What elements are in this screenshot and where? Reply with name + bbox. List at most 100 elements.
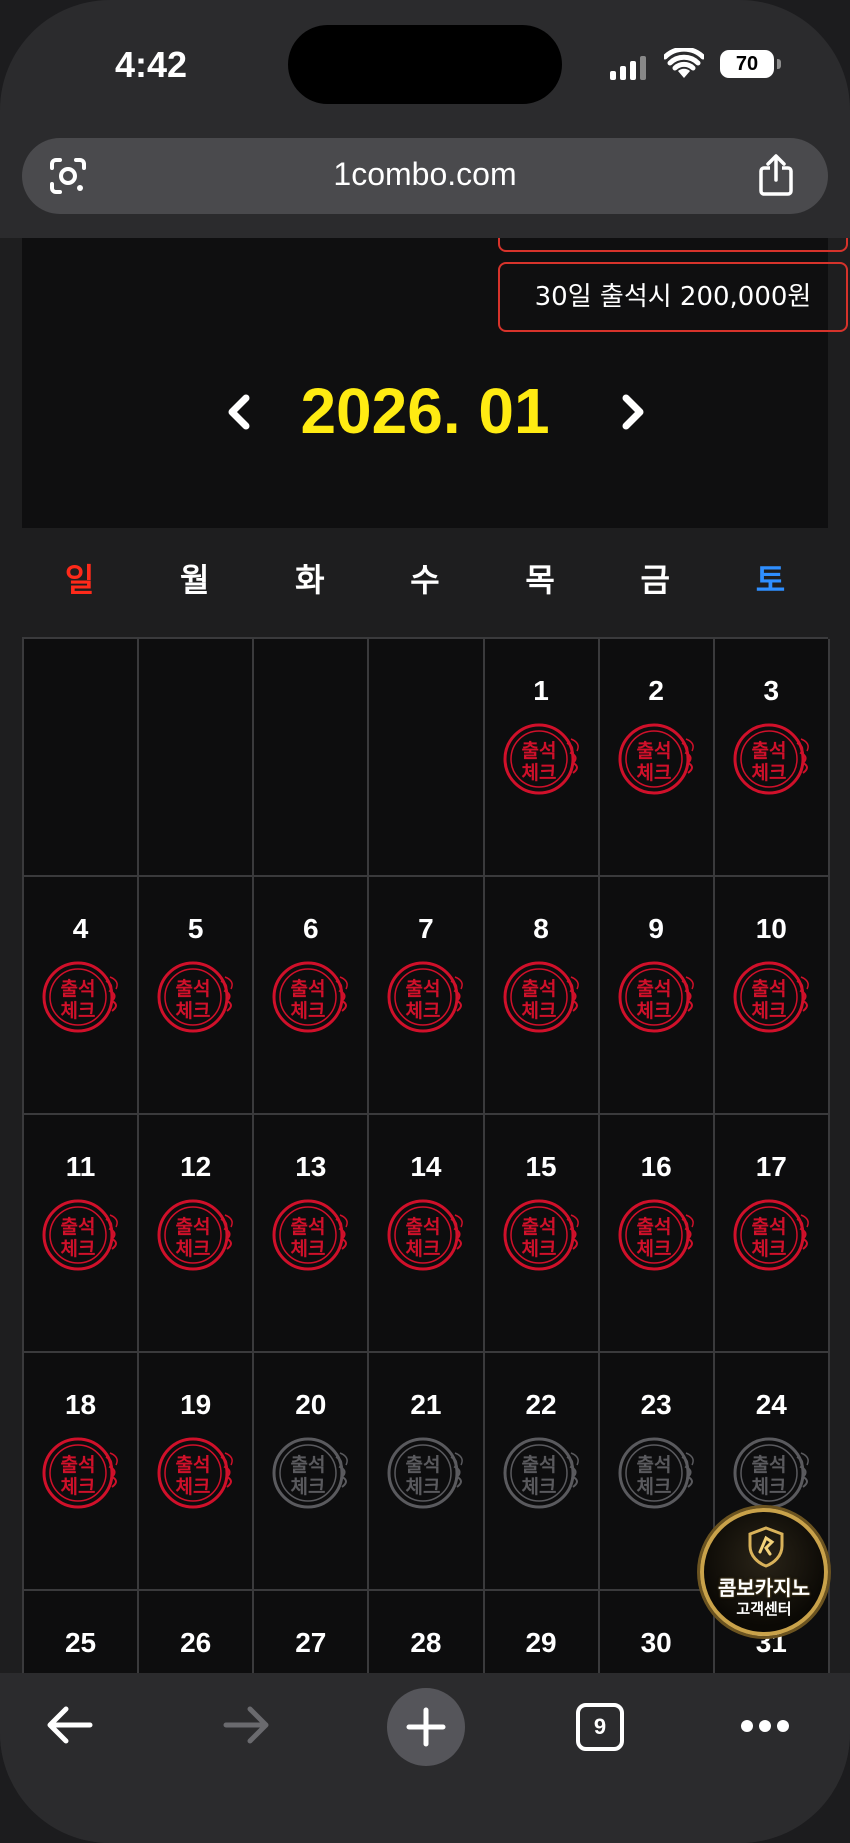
svg-text:출석: 출석 — [636, 1216, 671, 1238]
calendar-day-cell[interactable]: 17 출석 체크 — [714, 1115, 830, 1353]
month-label: 2026. 01 — [300, 375, 550, 447]
svg-text:체크: 체크 — [406, 1476, 441, 1498]
day-number: 1 — [533, 675, 549, 706]
calendar-day-cell[interactable]: 21 출석 체크 — [369, 1353, 485, 1591]
svg-text:출석: 출석 — [636, 1454, 671, 1476]
day-number: 14 — [410, 1151, 442, 1182]
chevron-right-icon[interactable] — [618, 394, 648, 430]
calendar-day-cell[interactable]: 15 출석 체크 — [484, 1115, 600, 1353]
svg-text:출석: 출석 — [636, 978, 671, 1000]
calendar-day-cell[interactable]: 22 출석 체크 — [484, 1353, 600, 1591]
calendar-day-cell[interactable]: 29 — [484, 1591, 600, 1673]
calendar-day-cell[interactable]: 11 출석 체크 — [24, 1115, 140, 1353]
calendar-day-cell[interactable]: 16 출석 체크 — [599, 1115, 715, 1353]
svg-text:출석: 출석 — [636, 740, 671, 762]
attendance-stamp-pending-icon: 출석체크 — [618, 1437, 694, 1509]
calendar-day-cell[interactable]: 27 — [254, 1591, 370, 1673]
day-number: 15 — [525, 1151, 557, 1182]
calendar-day-cell[interactable]: 14 출석 체크 — [369, 1115, 485, 1353]
day-number: 29 — [525, 1627, 557, 1658]
svg-text:출석: 출석 — [521, 740, 556, 762]
svg-text:체크: 체크 — [521, 1000, 556, 1022]
signal-icon — [610, 56, 646, 80]
calendar-day-cell[interactable]: 13 출석 체크 — [254, 1115, 370, 1353]
day-number: 8 — [533, 913, 549, 944]
calendar-day-cell[interactable]: 7 출석 체크 — [369, 877, 485, 1115]
new-tab-button[interactable] — [387, 1688, 465, 1766]
calendar-day-cell[interactable]: 25 — [24, 1591, 140, 1673]
calendar-empty-cell — [139, 639, 255, 877]
calendar-day-cell[interactable]: 26 — [139, 1591, 255, 1673]
calendar-day-cell[interactable]: 6 출석 체크 — [254, 877, 370, 1115]
svg-text:출석: 출석 — [406, 978, 441, 1000]
svg-text:출석: 출석 — [176, 978, 211, 1000]
svg-text:출석: 출석 — [61, 1216, 96, 1238]
svg-text:출석: 출석 — [406, 1216, 441, 1238]
svg-text:체크: 체크 — [751, 1238, 786, 1260]
address-bar[interactable]: 1combo.com — [22, 138, 828, 214]
forward-icon[interactable] — [222, 1705, 272, 1745]
wifi-icon — [664, 48, 704, 78]
svg-text:체크: 체크 — [291, 1476, 326, 1498]
share-icon[interactable] — [758, 154, 794, 196]
svg-text:체크: 체크 — [406, 1000, 441, 1022]
attendance-stamp-pending-icon: 출석체크 — [387, 1437, 464, 1509]
calendar-day-cell[interactable]: 30 — [599, 1591, 715, 1673]
calendar-day-cell[interactable]: 18 출석 체크 — [24, 1353, 140, 1591]
url-text[interactable]: 1combo.com — [22, 156, 828, 193]
calendar-day-cell[interactable]: 2 출석 체크 — [599, 639, 715, 877]
day-number: 16 — [640, 1151, 672, 1182]
day-number: 3 — [763, 675, 780, 706]
svg-text:체크: 체크 — [176, 1238, 211, 1260]
day-number: 9 — [648, 913, 664, 944]
day-number: 7 — [418, 913, 434, 944]
weekday-fri: 금 — [640, 561, 670, 599]
month-nav: 2026. 01 — [22, 366, 828, 456]
calendar-day-cell[interactable]: 9 출석 체크 — [599, 877, 715, 1115]
calendar-day-cell[interactable]: 19 출석 체크 — [139, 1353, 255, 1591]
browser-toolbar: 9 — [0, 1673, 850, 1843]
customer-support-button[interactable]: 콤보카지노 고객센터 — [700, 1508, 828, 1636]
attendance-stamp-checked-icon: 출석체크 — [157, 1437, 233, 1509]
svg-text:출석: 출석 — [61, 1454, 96, 1476]
badge-subtitle: 고객센터 — [736, 1600, 792, 1618]
svg-text:출석: 출석 — [176, 1454, 211, 1476]
day-number: 22 — [525, 1389, 557, 1420]
day-number: 13 — [295, 1151, 327, 1182]
svg-text:출석: 출석 — [291, 1216, 326, 1238]
weekday-tue: 화 — [295, 561, 325, 599]
svg-text:체크: 체크 — [636, 1238, 671, 1260]
calendar-day-cell[interactable]: 12 출석 체크 — [139, 1115, 255, 1353]
dynamic-island — [288, 25, 562, 104]
calendar-empty-cell — [369, 639, 485, 877]
day-number: 20 — [295, 1389, 327, 1420]
svg-text:체크: 체크 — [751, 1000, 786, 1022]
svg-text:출석: 출석 — [291, 1454, 326, 1476]
calendar-day-cell[interactable]: 3 출석 체크 — [714, 639, 830, 877]
svg-text:출석: 출석 — [751, 740, 786, 762]
svg-text:체크: 체크 — [291, 1000, 326, 1022]
calendar-day-cell[interactable]: 1 출석 체크 — [484, 639, 600, 877]
svg-text:체크: 체크 — [521, 1476, 556, 1498]
calendar-empty-cell — [254, 639, 370, 877]
tabs-button[interactable]: 9 — [576, 1703, 624, 1751]
back-icon[interactable] — [44, 1705, 94, 1745]
calendar-day-cell[interactable]: 4 출석 체크 — [24, 877, 140, 1115]
svg-text:체크: 체크 — [176, 1476, 211, 1498]
calendar-day-cell[interactable]: 10 출석 체크 — [714, 877, 830, 1115]
calendar-day-cell[interactable]: 20 출석 체크 — [254, 1353, 370, 1591]
svg-text:체크: 체크 — [751, 762, 786, 784]
svg-text:체크: 체크 — [61, 1238, 96, 1260]
battery-icon: 70 — [720, 50, 781, 78]
svg-text:체크: 체크 — [521, 1238, 556, 1260]
plus-icon — [406, 1707, 446, 1747]
calendar-day-cell[interactable]: 23 출석 체크 — [599, 1353, 715, 1591]
weekday-header: 일 월 화 수 목 금 토 — [22, 550, 828, 610]
calendar-day-cell[interactable]: 8 출석 체크 — [484, 877, 600, 1115]
weekday-thu: 목 — [525, 561, 555, 599]
calendar-day-cell[interactable]: 28 — [369, 1591, 485, 1673]
svg-text:출석: 출석 — [176, 1216, 211, 1238]
svg-text:출석: 출석 — [751, 1454, 786, 1476]
calendar-day-cell[interactable]: 5 출석 체크 — [139, 877, 255, 1115]
more-icon[interactable] — [740, 1719, 790, 1733]
